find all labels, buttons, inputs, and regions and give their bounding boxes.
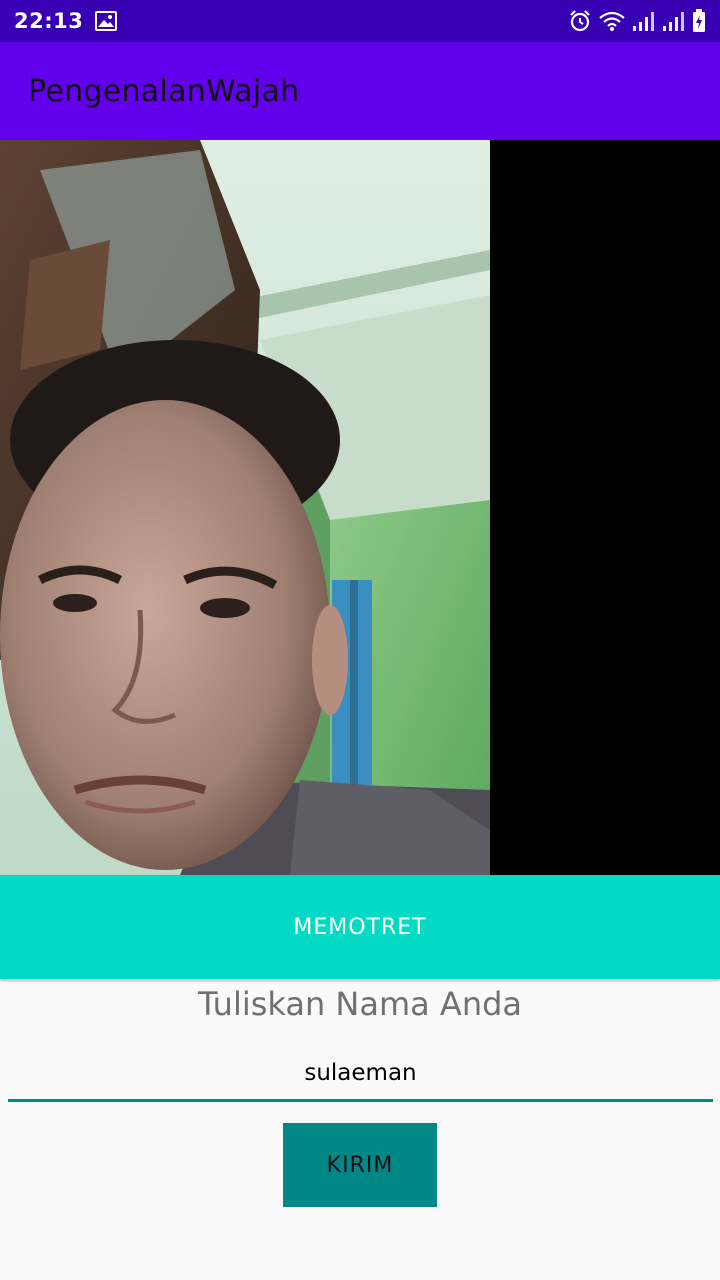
name-prompt-label: Tuliskan Nama Anda [197,985,523,1023]
submit-button[interactable]: KIRIM [283,1123,437,1207]
camera-photo [0,140,490,875]
capture-button[interactable]: MEMOTRET [0,875,720,979]
name-input[interactable] [8,1040,713,1102]
gallery-icon [95,11,118,31]
status-time: 22:13 [14,9,84,33]
app-title: PengenalanWajah [28,73,300,109]
wifi-icon [598,10,626,32]
alarm-icon [568,9,592,33]
status-bar: 22:13 [0,0,720,42]
battery-charging-icon [692,9,706,33]
camera-preview [0,140,720,875]
app-bar: PengenalanWajah [0,42,720,140]
status-icons [568,9,706,33]
signal-icon [632,10,656,32]
signal-icon [662,10,686,32]
